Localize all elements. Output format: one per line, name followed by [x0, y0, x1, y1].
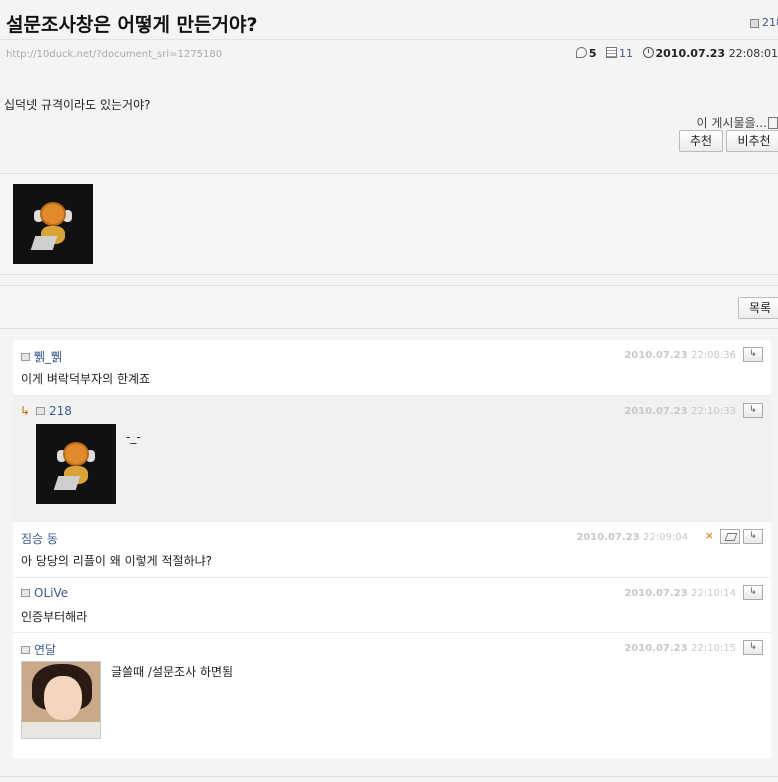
reply-button[interactable]: ↳: [743, 347, 763, 362]
comment-item-reply: ↳ 218 2010.07.23 22:10:33 ↳ -_-: [13, 396, 771, 522]
reply-button[interactable]: ↳: [743, 585, 763, 600]
list-button[interactable]: 목록: [738, 297, 778, 319]
comment-date: 2010.07.23 22:10:15: [624, 643, 736, 654]
level-icon: [21, 646, 30, 654]
author-avatar-image: [13, 184, 93, 264]
level-icon: [750, 18, 759, 28]
vote-label: 이 게시물을...: [697, 114, 778, 131]
post-time: 22:08:01: [728, 47, 778, 60]
comment-list: 쀍_쀍 2010.07.23 22:08:36 ↳ 이게 벼락덕부자의 한계죠 …: [13, 340, 771, 758]
comment-author[interactable]: 쀍_쀍: [21, 348, 62, 365]
reply-button[interactable]: ↳: [743, 403, 763, 418]
comment-image: [36, 424, 116, 504]
post-body: 십덕넷 규격이라도 있는거야?: [4, 98, 151, 112]
author-signature: [0, 173, 778, 275]
post-meta: http://10duck.net/?document_srl=1275180 …: [0, 41, 778, 69]
document-icon: [606, 47, 617, 58]
comment-text: 인증부터해라: [21, 610, 88, 624]
comment-text: -_-: [126, 430, 141, 444]
recommend-button[interactable]: 추천: [679, 130, 723, 152]
clock-icon: [642, 47, 654, 58]
comment-author[interactable]: OLiVe: [21, 586, 68, 600]
comment-item: 쀍_쀍 2010.07.23 22:08:36 ↳ 이게 벼락덕부자의 한계죠: [13, 340, 771, 396]
vote-icon: [768, 117, 778, 129]
unrecommend-button[interactable]: 비추천: [726, 130, 778, 152]
comment-author[interactable]: 218: [36, 404, 72, 418]
comment-date: 2010.07.23 22:10:14: [624, 588, 736, 599]
comment-item: 짐승 동 2010.07.23 22:09:04 × ↳ 아 당당의 리플이 왜…: [13, 522, 771, 578]
delete-icon[interactable]: ×: [705, 529, 714, 542]
comment-author[interactable]: 연달: [21, 641, 56, 658]
reply-arrow-icon: ↳: [20, 404, 31, 418]
post-author-name[interactable]: 218: [762, 16, 778, 29]
comment-photo: [21, 661, 101, 739]
reply-button[interactable]: ↳: [743, 640, 763, 655]
comment-item: OLiVe 2010.07.23 22:10:14 ↳ 인증부터해라: [13, 578, 771, 633]
post-datetime: 2010.07.23 22:08:01: [642, 47, 778, 60]
comment-date: 2010.07.23 22:09:04: [576, 532, 688, 543]
level-icon: [36, 407, 45, 415]
comment-author[interactable]: 짐승 동: [21, 530, 58, 547]
comment-text: 이게 벼락덕부자의 한계죠: [21, 372, 151, 386]
post-title: 설문조사창은 어떻게 만든거야?: [6, 14, 258, 36]
post-header: 설문조사창은 어떻게 만든거야? 218: [0, 0, 778, 40]
comment-count: 5: [575, 47, 597, 60]
post-author[interactable]: 218: [750, 16, 778, 29]
list-bar: 목록: [0, 285, 778, 329]
comment-item: 연달 2010.07.23 22:10:15 ↳ 글쓸때 /설문조사 하면됨: [13, 633, 771, 758]
level-icon: [21, 353, 30, 361]
comment-text: 아 당당의 리플이 왜 이렇게 적절하냐?: [21, 554, 213, 568]
level-icon: [21, 589, 30, 597]
document-url[interactable]: http://10duck.net/?document_srl=1275180: [6, 49, 222, 60]
reply-button[interactable]: ↳: [743, 529, 763, 544]
view-count: 11: [606, 47, 633, 60]
comment-text: 글쓸때 /설문조사 하면됨: [111, 665, 234, 679]
comment-icon: [575, 47, 587, 58]
comment-date: 2010.07.23 22:08:36: [624, 350, 736, 361]
post-date: 2010.07.23: [655, 47, 726, 60]
comment-date: 2010.07.23 22:10:33: [624, 406, 736, 417]
footer-divider: [0, 776, 778, 777]
post-stats: 5 11 2010.07.23 22:08:01: [570, 47, 778, 60]
edit-button[interactable]: [720, 529, 740, 544]
